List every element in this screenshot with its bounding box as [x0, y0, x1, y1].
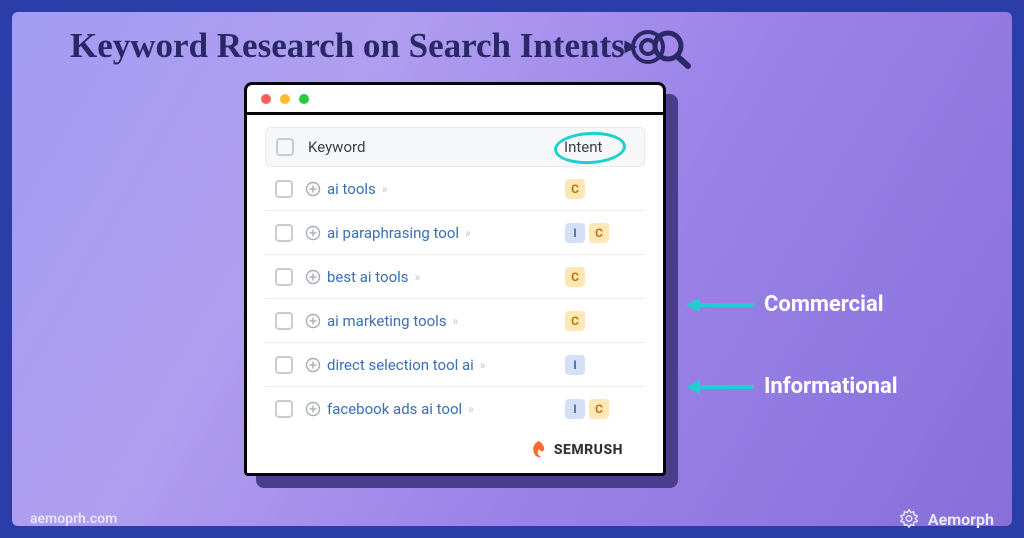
footer-url: aemoprh.com: [30, 511, 117, 527]
expand-icon[interactable]: [305, 269, 321, 285]
callout-commercial: Commercial: [684, 292, 884, 317]
col-keyword-label: Keyword: [308, 138, 564, 156]
intent-cell: I: [565, 355, 635, 375]
table-header: Keyword Intent: [265, 127, 645, 167]
intent-cell: IC: [565, 399, 635, 419]
expand-icon[interactable]: [305, 357, 321, 373]
arrow-left-icon: [684, 375, 756, 399]
table-row: best ai tools » C: [265, 255, 645, 299]
gear-icon: [898, 508, 920, 530]
expand-icon[interactable]: [305, 313, 321, 329]
chevron-right-icon: »: [480, 358, 484, 372]
select-all-checkbox[interactable]: [276, 138, 294, 156]
footer-brand: Aemorph: [898, 508, 994, 530]
intent-cell: C: [565, 267, 635, 287]
keyword-link[interactable]: ai paraphrasing tool »: [327, 224, 565, 242]
callout-informational: Informational: [684, 374, 898, 399]
row-checkbox[interactable]: [275, 312, 293, 330]
table-row: direct selection tool ai » I: [265, 343, 645, 387]
chevron-right-icon: »: [415, 270, 419, 284]
intent-cell: C: [565, 311, 635, 331]
row-checkbox[interactable]: [275, 400, 293, 418]
page-title: Keyword Research on Search Intents: [70, 26, 625, 66]
row-checkbox[interactable]: [275, 180, 293, 198]
keyword-link[interactable]: ai marketing tools »: [327, 312, 565, 330]
target-magnify-icon: [622, 22, 694, 72]
chevron-right-icon: »: [468, 402, 472, 416]
intent-badge-c: C: [565, 311, 585, 331]
intent-badge-c: C: [589, 223, 609, 243]
col-intent-label: Intent: [564, 138, 634, 156]
window-close-icon: [261, 94, 271, 104]
arrow-left-icon: [684, 293, 756, 317]
row-checkbox[interactable]: [275, 268, 293, 286]
chevron-right-icon: »: [453, 314, 457, 328]
chevron-right-icon: »: [382, 182, 386, 196]
expand-icon[interactable]: [305, 401, 321, 417]
intent-cell: IC: [565, 223, 635, 243]
intent-cell: C: [565, 179, 635, 199]
expand-icon[interactable]: [305, 225, 321, 241]
chevron-right-icon: »: [465, 226, 469, 240]
table-row: ai tools » C: [265, 167, 645, 211]
row-checkbox[interactable]: [275, 224, 293, 242]
intent-badge-i: I: [565, 355, 585, 375]
row-checkbox[interactable]: [275, 356, 293, 374]
intent-badge-i: I: [565, 399, 585, 419]
table-row: ai paraphrasing tool » IC: [265, 211, 645, 255]
keyword-link[interactable]: direct selection tool ai »: [327, 356, 565, 374]
table-row: facebook ads ai tool » IC: [265, 387, 645, 431]
window-maximize-icon: [299, 94, 309, 104]
table-row: ai marketing tools » C: [265, 299, 645, 343]
intent-badge-i: I: [565, 223, 585, 243]
browser-window: Keyword Intent ai tools » C: [244, 82, 666, 476]
window-minimize-icon: [280, 94, 290, 104]
semrush-flame-icon: [528, 439, 550, 461]
window-titlebar: [247, 85, 663, 115]
footer-bar: aemoprh.com Aemorph: [0, 500, 1024, 538]
semrush-label: SEMRUSH: [554, 442, 623, 458]
keyword-link[interactable]: ai tools »: [327, 180, 565, 198]
expand-icon[interactable]: [305, 181, 321, 197]
intent-badge-c: C: [589, 399, 609, 419]
tool-attribution: SEMRUSH: [265, 431, 645, 461]
keyword-link[interactable]: best ai tools »: [327, 268, 565, 286]
intent-badge-c: C: [565, 179, 585, 199]
intent-badge-c: C: [565, 267, 585, 287]
keyword-link[interactable]: facebook ads ai tool »: [327, 400, 565, 418]
